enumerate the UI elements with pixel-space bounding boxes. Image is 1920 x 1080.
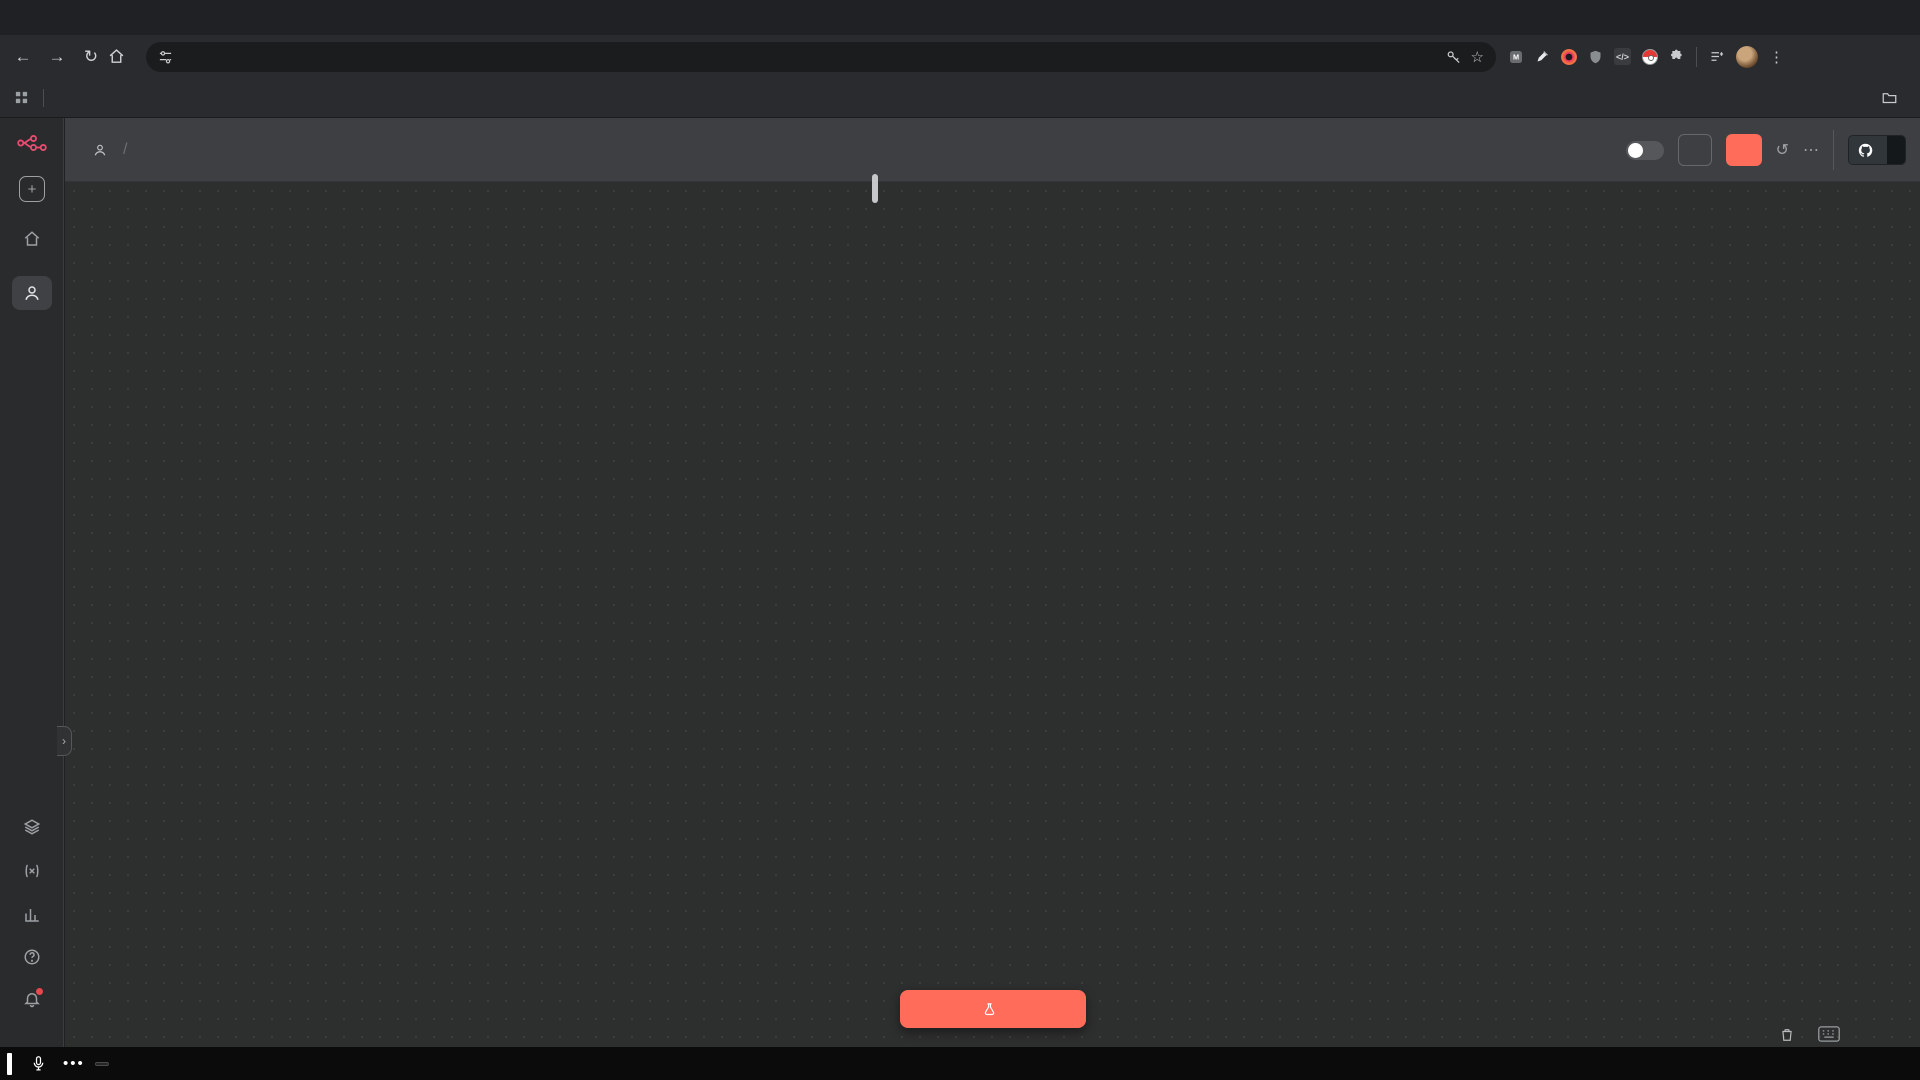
workflow-header: / ↺ ⋯: [65, 118, 1920, 182]
more-options-icon[interactable]: ⋯: [1803, 140, 1819, 160]
sidebar-collapse-toggle[interactable]: ›: [57, 726, 72, 756]
header-divider: [1833, 130, 1834, 170]
breadcrumb-separator: /: [123, 141, 127, 159]
bookmarks-bar: [0, 78, 1920, 118]
back-icon[interactable]: ←: [6, 47, 40, 67]
keyboard-shortcuts-icon[interactable]: [1818, 1026, 1840, 1042]
window-controls: [1782, 0, 1920, 32]
sidebar-item-variables[interactable]: [0, 862, 64, 880]
shield-extension-icon[interactable]: [1588, 49, 1603, 65]
screen: ← → ↻ ☆ M </> ⋮: [0, 0, 1920, 1080]
folder-icon: [1882, 91, 1897, 104]
github-star-widget[interactable]: [1848, 135, 1906, 165]
n8n-logo: [0, 134, 64, 152]
microphone-icon[interactable]: [30, 1055, 47, 1072]
notification-dot: [36, 988, 43, 995]
n8n-sidebar: +: [0, 118, 64, 1047]
active-toggle[interactable]: [1626, 141, 1664, 160]
sidebar-item-home[interactable]: [0, 230, 64, 248]
profile-avatar[interactable]: [1736, 46, 1758, 68]
eyedropper-icon[interactable]: [1535, 49, 1550, 64]
close-button[interactable]: [1874, 0, 1920, 32]
maximize-button[interactable]: [1828, 0, 1874, 32]
extensions-puzzle-icon[interactable]: [1669, 49, 1685, 65]
sidebar-item-personal[interactable]: [0, 284, 64, 302]
workflow-canvas[interactable]: [65, 182, 1920, 1047]
sidebar-item-help[interactable]: [0, 948, 64, 966]
view-tabs: [872, 174, 878, 203]
flask-icon: [982, 1002, 997, 1017]
overlay-key-hint: [95, 1062, 109, 1066]
sidebar-item-insights[interactable]: [0, 906, 64, 924]
taskbar-more-icon[interactable]: •••: [63, 1055, 85, 1072]
save-button[interactable]: [1726, 134, 1762, 166]
bottom-taskbar: •••: [0, 1047, 1920, 1080]
execute-workflow-button[interactable]: [900, 990, 1086, 1028]
notification-bell-icon[interactable]: [0, 990, 64, 1008]
address-bar[interactable]: ☆: [146, 42, 1496, 72]
bookmark-star-icon[interactable]: ☆: [1471, 48, 1484, 66]
person-icon: [93, 143, 107, 157]
site-settings-icon[interactable]: [158, 49, 173, 64]
extension-icons: M </> ⋮: [1508, 46, 1784, 68]
star-count: [1887, 136, 1905, 164]
clear-execution-button[interactable]: [1780, 1028, 1800, 1042]
svg-text:M: M: [1513, 52, 1519, 61]
sidebar-item-templates[interactable]: [0, 818, 64, 836]
browser-toolbar: ← → ↻ ☆ M </> ⋮: [0, 35, 1920, 78]
pokeball-extension-icon[interactable]: [1642, 49, 1658, 65]
grid-extension-icon[interactable]: M: [1508, 49, 1524, 65]
toolbar-divider: [1696, 47, 1697, 67]
history-icon[interactable]: ↺: [1776, 140, 1789, 160]
text-cursor: [7, 1053, 12, 1075]
add-workflow-button[interactable]: +: [0, 176, 64, 202]
browser-tab-strip: [0, 0, 1920, 35]
reload-icon[interactable]: ↻: [74, 47, 108, 67]
instagram-extension-icon[interactable]: [1561, 49, 1577, 65]
apps-grid-icon[interactable]: [14, 90, 29, 105]
browser-menu-icon[interactable]: ⋮: [1769, 48, 1784, 66]
minimize-button[interactable]: [1782, 0, 1828, 32]
home-icon[interactable]: [108, 48, 142, 65]
bookmark-divider: [43, 89, 44, 107]
all-bookmarks[interactable]: [1882, 91, 1904, 104]
github-icon: [1858, 143, 1873, 158]
clear-icon: [1780, 1028, 1794, 1042]
password-key-icon[interactable]: [1445, 48, 1462, 65]
forward-icon[interactable]: →: [40, 47, 74, 67]
tab-list-icon[interactable]: [1708, 49, 1725, 64]
share-button[interactable]: [1678, 134, 1712, 166]
breadcrumb: /: [93, 141, 157, 159]
code-extension-icon[interactable]: </>: [1614, 48, 1631, 65]
